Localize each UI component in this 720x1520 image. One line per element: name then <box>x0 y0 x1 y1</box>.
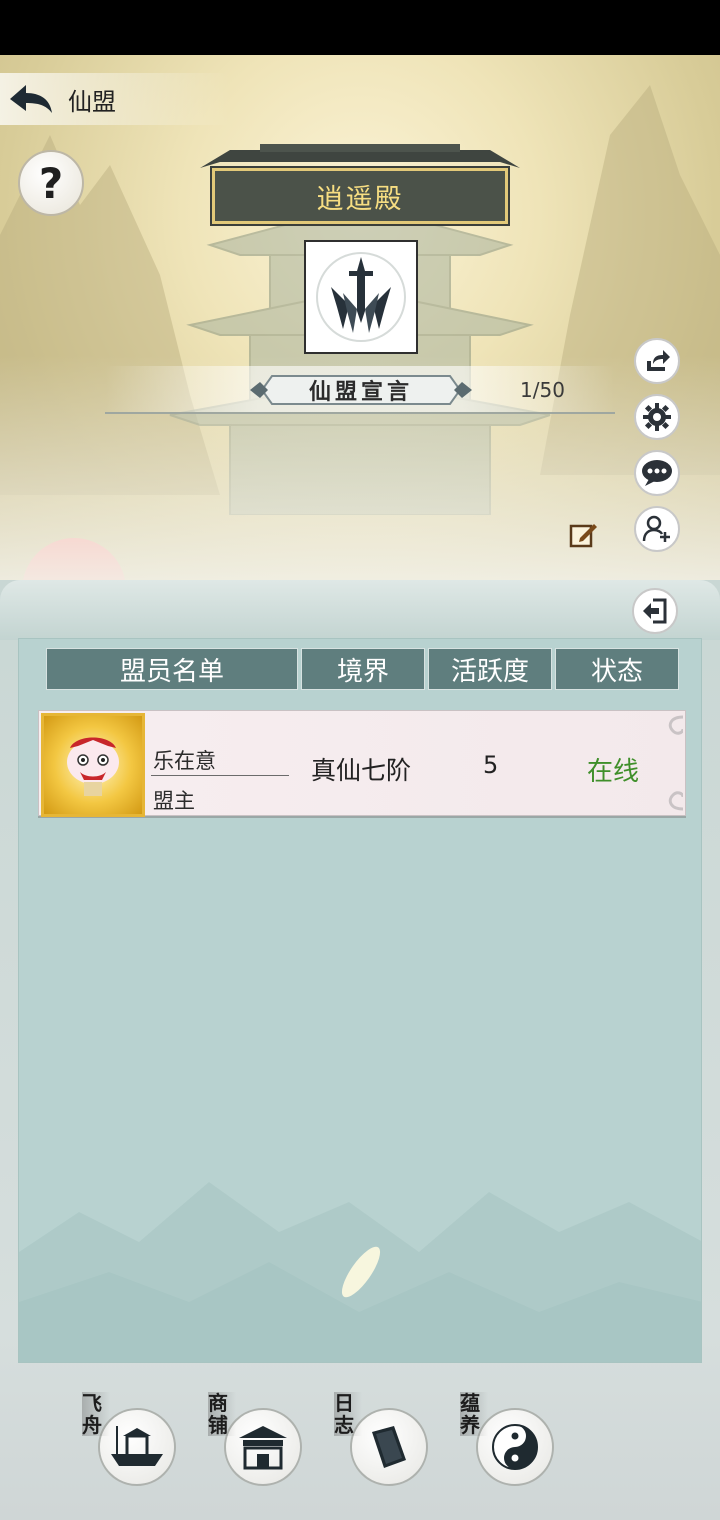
light-wisp-decoration <box>341 1246 381 1298</box>
dock-label: 蕴养 <box>460 1392 488 1436</box>
dock-label: 飞舟 <box>82 1392 110 1436</box>
column-header-activity: 活跃度 <box>428 648 552 690</box>
guild-name: 逍遥殿 <box>316 183 404 215</box>
dock-button-shop[interactable]: 商铺 <box>196 1390 316 1500</box>
edit-icon <box>569 524 597 548</box>
member-count: 1/50 <box>520 378 565 402</box>
column-header-realm: 境界 <box>301 648 425 690</box>
guild-emblem[interactable] <box>304 240 418 354</box>
dock-button-airship[interactable]: 飞舟 <box>70 1390 190 1500</box>
lion-dance-avatar-icon <box>67 737 119 796</box>
settings-button[interactable] <box>634 394 680 440</box>
help-button[interactable]: ? <box>18 150 84 216</box>
bottom-dock: 飞舟 商铺 日志 蕴养 <box>70 1390 590 1500</box>
yin-yang-icon <box>492 1424 538 1470</box>
declaration-tag[interactable]: 仙盟宣言 <box>250 372 472 408</box>
exit-icon <box>643 598 667 624</box>
dock-label: 日志 <box>334 1392 362 1436</box>
back-button[interactable] <box>0 73 60 125</box>
member-name: 乐在意 <box>153 749 216 773</box>
book-icon <box>372 1426 406 1468</box>
gear-icon <box>643 403 671 431</box>
dock-label: 商铺 <box>208 1392 236 1436</box>
top-bar: 仙盟 <box>0 73 230 125</box>
name-divider <box>151 775 289 776</box>
add-user-icon <box>642 515 670 542</box>
declaration-label: 仙盟宣言 <box>308 379 413 405</box>
member-table-header: 盟员名单 境界 活跃度 状态 <box>46 648 679 690</box>
edit-declaration-button[interactable] <box>566 518 600 552</box>
chat-button[interactable] <box>634 450 680 496</box>
column-header-member-list: 盟员名单 <box>46 648 298 690</box>
member-role: 盟主 <box>153 789 195 813</box>
status-bar <box>0 0 720 55</box>
member-realm: 真仙七阶 <box>311 756 412 785</box>
member-activity: 5 <box>483 751 499 779</box>
question-mark-icon: ? <box>38 158 64 208</box>
sword-emblem-icon <box>316 252 406 342</box>
member-status: 在线 <box>587 757 640 787</box>
column-header-status: 状态 <box>555 648 679 690</box>
chat-icon <box>642 460 672 486</box>
cloud-pattern-icon <box>668 715 683 811</box>
shop-icon <box>239 1426 287 1470</box>
panel-header-strip <box>0 580 720 640</box>
share-button[interactable] <box>634 338 680 384</box>
share-icon <box>647 350 670 371</box>
page-title: 仙盟 <box>68 87 116 116</box>
plaque-roof-decoration <box>200 144 520 168</box>
back-arrow-icon <box>10 85 52 113</box>
invite-member-button[interactable] <box>634 506 680 552</box>
table-row[interactable]: 乐在意 盟主 真仙七阶 5 在线 <box>38 710 686 817</box>
guild-name-plaque: 逍遥殿 <box>210 166 510 226</box>
leave-guild-button[interactable] <box>632 588 678 634</box>
boat-icon <box>111 1426 163 1466</box>
dock-button-nurture[interactable]: 蕴养 <box>448 1390 568 1500</box>
dock-button-log[interactable]: 日志 <box>322 1390 442 1500</box>
avatar[interactable] <box>41 713 145 817</box>
